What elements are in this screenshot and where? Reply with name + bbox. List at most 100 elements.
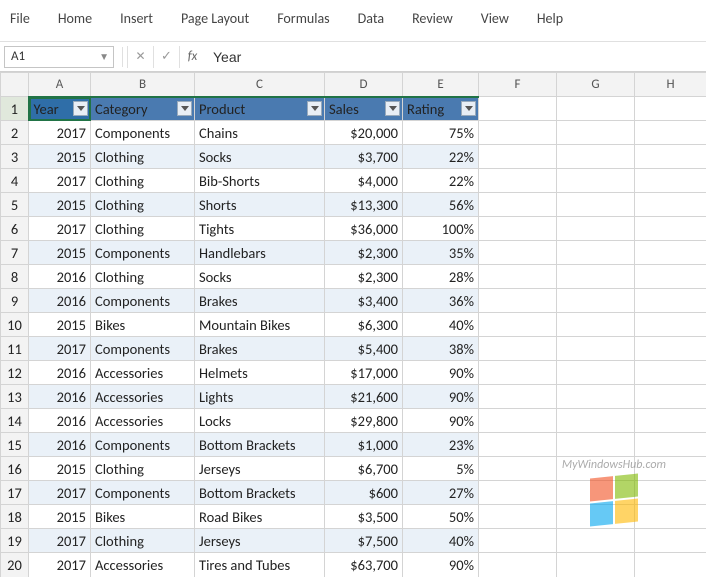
cell-year[interactable]: 2017 [29, 217, 91, 241]
row-header[interactable]: 3 [1, 145, 29, 169]
cell-year[interactable]: 2016 [29, 433, 91, 457]
cell-sales[interactable]: $5,400 [325, 337, 403, 361]
cell-category[interactable]: Clothing [91, 529, 195, 553]
cell-rating[interactable]: 100% [403, 217, 479, 241]
cell-empty[interactable] [557, 193, 635, 217]
cell-empty[interactable] [635, 265, 706, 289]
fx-icon[interactable]: fx [179, 46, 205, 68]
cell-empty[interactable] [557, 337, 635, 361]
row-header[interactable]: 15 [1, 433, 29, 457]
row-header[interactable]: 8 [1, 265, 29, 289]
cell-sales[interactable]: $36,000 [325, 217, 403, 241]
cell-product[interactable]: Bib-Shorts [195, 169, 325, 193]
cell-empty[interactable] [479, 385, 557, 409]
cell-empty[interactable] [635, 481, 706, 505]
table-header-category[interactable]: Category [91, 97, 195, 121]
spreadsheet-grid[interactable]: A B C D E F G H 1YearCategoryProductSale… [0, 72, 706, 577]
cell-empty[interactable] [479, 433, 557, 457]
row-header[interactable]: 7 [1, 241, 29, 265]
cell-sales[interactable]: $20,000 [325, 121, 403, 145]
cell-empty[interactable] [635, 505, 706, 529]
cell-empty[interactable] [635, 289, 706, 313]
cell-sales[interactable]: $6,700 [325, 457, 403, 481]
cell-empty[interactable] [635, 385, 706, 409]
row-header[interactable]: 13 [1, 385, 29, 409]
cell-empty[interactable] [479, 217, 557, 241]
cell-category[interactable]: Accessories [91, 385, 195, 409]
cell-rating[interactable]: 75% [403, 121, 479, 145]
cell-product[interactable]: Handlebars [195, 241, 325, 265]
cell-rating[interactable]: 36% [403, 289, 479, 313]
cell-empty[interactable] [635, 121, 706, 145]
cell-rating[interactable]: 56% [403, 193, 479, 217]
cell-empty[interactable] [557, 505, 635, 529]
cell-empty[interactable] [635, 337, 706, 361]
cell-year[interactable]: 2016 [29, 289, 91, 313]
cell-category[interactable]: Components [91, 121, 195, 145]
cell-empty[interactable] [557, 97, 635, 121]
cell-product[interactable]: Bottom Brackets [195, 481, 325, 505]
cell-rating[interactable]: 90% [403, 409, 479, 433]
col-header-H[interactable]: H [635, 73, 706, 97]
cell-rating[interactable]: 90% [403, 553, 479, 577]
row-header[interactable]: 10 [1, 313, 29, 337]
cell-empty[interactable] [557, 529, 635, 553]
cell-category[interactable]: Accessories [91, 361, 195, 385]
row-header[interactable]: 17 [1, 481, 29, 505]
cell-empty[interactable] [557, 433, 635, 457]
cell-empty[interactable] [557, 265, 635, 289]
cell-rating[interactable]: 90% [403, 361, 479, 385]
cell-empty[interactable] [557, 169, 635, 193]
cell-category[interactable]: Components [91, 481, 195, 505]
cell-category[interactable]: Components [91, 433, 195, 457]
cell-sales[interactable]: $29,800 [325, 409, 403, 433]
cell-sales[interactable]: $2,300 [325, 241, 403, 265]
cell-empty[interactable] [479, 505, 557, 529]
cell-empty[interactable] [557, 553, 635, 577]
table-header-year[interactable]: Year [29, 97, 91, 121]
cell-empty[interactable] [479, 145, 557, 169]
cell-empty[interactable] [635, 193, 706, 217]
cell-product[interactable]: Chains [195, 121, 325, 145]
cell-product[interactable]: Socks [195, 265, 325, 289]
cell-category[interactable]: Components [91, 241, 195, 265]
cell-empty[interactable] [557, 409, 635, 433]
tab-help[interactable]: Help [523, 6, 577, 31]
tab-data[interactable]: Data [344, 6, 398, 31]
cell-empty[interactable] [479, 337, 557, 361]
cell-year[interactable]: 2016 [29, 385, 91, 409]
cell-empty[interactable] [557, 289, 635, 313]
cell-category[interactable]: Clothing [91, 169, 195, 193]
row-header[interactable]: 6 [1, 217, 29, 241]
cell-rating[interactable]: 22% [403, 145, 479, 169]
cell-empty[interactable] [635, 553, 706, 577]
cell-empty[interactable] [479, 481, 557, 505]
col-header-D[interactable]: D [325, 73, 403, 97]
cell-rating[interactable]: 38% [403, 337, 479, 361]
cell-rating[interactable]: 28% [403, 265, 479, 289]
cell-empty[interactable] [557, 385, 635, 409]
cell-product[interactable]: Tires and Tubes [195, 553, 325, 577]
cell-sales[interactable]: $1,000 [325, 433, 403, 457]
row-header[interactable]: 14 [1, 409, 29, 433]
cell-rating[interactable]: 27% [403, 481, 479, 505]
cell-category[interactable]: Accessories [91, 409, 195, 433]
cell-category[interactable]: Clothing [91, 457, 195, 481]
cell-sales[interactable]: $4,000 [325, 169, 403, 193]
tab-view[interactable]: View [467, 6, 523, 31]
cell-empty[interactable] [479, 193, 557, 217]
tab-formulas[interactable]: Formulas [263, 6, 343, 31]
cell-category[interactable]: Clothing [91, 193, 195, 217]
cell-empty[interactable] [479, 361, 557, 385]
cell-product[interactable]: Mountain Bikes [195, 313, 325, 337]
cell-category[interactable]: Accessories [91, 553, 195, 577]
cell-category[interactable]: Clothing [91, 265, 195, 289]
tab-home[interactable]: Home [44, 6, 106, 31]
cell-empty[interactable] [479, 121, 557, 145]
cell-product[interactable]: Tights [195, 217, 325, 241]
cell-category[interactable]: Bikes [91, 505, 195, 529]
cell-empty[interactable] [479, 289, 557, 313]
cell-sales[interactable]: $600 [325, 481, 403, 505]
cell-category[interactable]: Clothing [91, 145, 195, 169]
cell-category[interactable]: Bikes [91, 313, 195, 337]
